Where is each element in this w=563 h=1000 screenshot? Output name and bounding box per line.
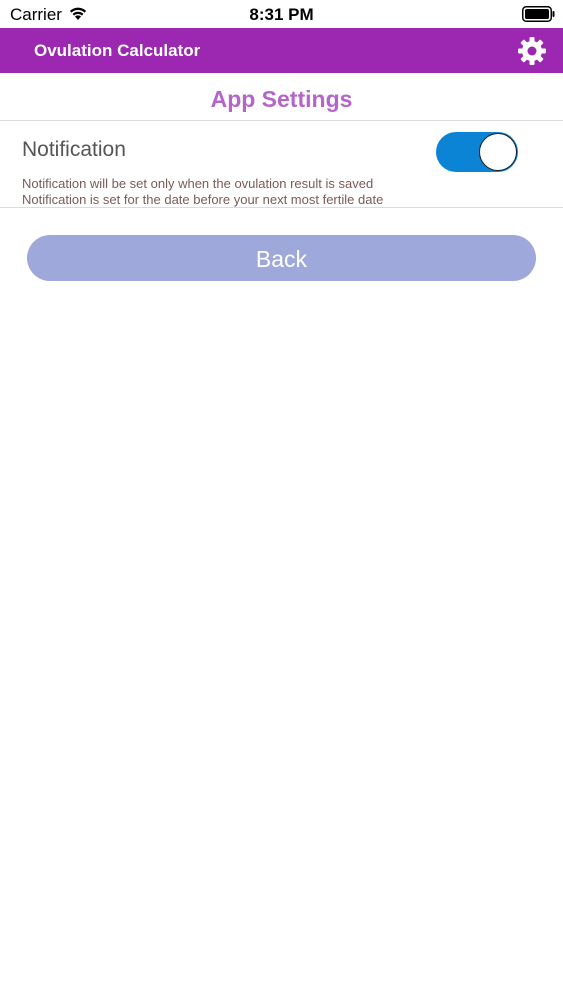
page-title: App Settings xyxy=(210,86,353,112)
status-bar: Carrier 8:31 PM xyxy=(0,0,563,28)
toggle-knob xyxy=(479,133,517,171)
back-button[interactable]: Back xyxy=(27,235,536,281)
app-title: Ovulation Calculator xyxy=(34,41,201,60)
nav-bar: Ovulation Calculator xyxy=(0,28,563,73)
status-time: 8:31 PM xyxy=(249,5,314,24)
notification-note: Notification will be set only when the o… xyxy=(22,176,374,191)
battery-icon xyxy=(522,6,556,22)
notification-note: Notification is set for the date before … xyxy=(22,192,384,207)
gear-icon[interactable] xyxy=(517,36,547,66)
notification-label: Notification xyxy=(22,138,126,161)
divider xyxy=(0,120,563,121)
divider xyxy=(0,207,563,208)
notification-toggle[interactable] xyxy=(436,132,518,172)
